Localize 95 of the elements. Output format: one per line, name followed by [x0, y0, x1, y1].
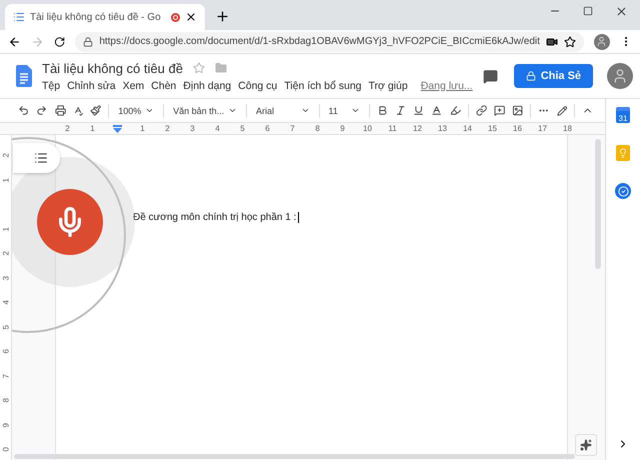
ruler-number: 11	[387, 123, 398, 134]
ruler-number: 2	[0, 152, 11, 160]
ruler-number: 0	[0, 446, 11, 454]
lock-icon	[526, 71, 536, 81]
close-window-icon[interactable]	[615, 4, 628, 18]
ruler-number: 9	[339, 123, 346, 134]
ruler-number: 3	[0, 274, 11, 282]
style-dropdown[interactable]: Văn bản th...	[171, 106, 240, 116]
font-dropdown[interactable]: Arial	[254, 106, 312, 116]
close-tab-icon[interactable]	[185, 11, 197, 23]
new-tab-icon[interactable]	[215, 9, 230, 24]
recording-icon	[171, 12, 180, 22]
highlighter-icon[interactable]	[450, 104, 461, 117]
caret-icon	[300, 106, 310, 115]
redo-icon[interactable]	[36, 104, 48, 117]
zoom-dropdown[interactable]: 100%	[116, 106, 156, 116]
ruler-number: 1	[0, 226, 11, 233]
ruler-number: 6	[0, 348, 11, 356]
lock-icon	[83, 36, 94, 46]
ruler-number: 3	[189, 123, 196, 134]
ruler-number: 8	[0, 397, 11, 404]
ruler-number: 7	[0, 372, 11, 380]
ruler-number: 2	[164, 123, 171, 134]
ruler-number: 2	[0, 250, 11, 258]
caret-icon	[350, 106, 360, 115]
underline-icon[interactable]	[413, 104, 424, 117]
document-page[interactable]: Đề cương môn chính trị học phần 1 :	[55, 135, 568, 460]
reload-icon[interactable]	[54, 36, 66, 48]
ruler-number: 2	[64, 123, 71, 134]
ruler-number: 6	[264, 123, 271, 134]
ruler-number: 18	[562, 123, 573, 134]
maximize-icon[interactable]	[583, 6, 593, 16]
calendar-icon[interactable]: 31	[616, 107, 630, 123]
ruler-number: 9	[0, 422, 11, 430]
menu-item[interactable]: Định dạng	[183, 80, 232, 92]
profile-avatar[interactable]	[594, 34, 610, 50]
caret-icon	[145, 106, 154, 115]
document-title[interactable]: Tài liệu không có tiêu đề	[42, 60, 183, 76]
ruler-number: 1	[0, 176, 11, 184]
ruler-number: 4	[0, 299, 11, 306]
tab-title: Tài liệu không có tiêu đề - Go	[30, 12, 162, 22]
comment-icon[interactable]	[482, 68, 498, 84]
ruler-number: 4	[214, 123, 221, 134]
star-icon[interactable]	[192, 62, 205, 74]
ruler-number: 13	[437, 123, 448, 134]
ruler-number: 5	[239, 123, 246, 134]
bold-icon[interactable]	[376, 104, 388, 117]
profile-avatar[interactable]	[607, 63, 634, 89]
scrollbar[interactable]	[14, 454, 575, 459]
share-button[interactable]: Chia Sẻ	[514, 64, 594, 88]
ruler-number: 8	[314, 123, 321, 134]
font-size-dropdown[interactable]: 11	[326, 106, 362, 116]
ruler-number: 17	[537, 123, 548, 134]
ruler-number: 10	[362, 123, 373, 134]
undo-icon[interactable]	[18, 104, 30, 117]
menu-item[interactable]: Trợ giúp	[368, 80, 408, 92]
ruler-number: 5	[0, 324, 11, 331]
outline-button[interactable]	[13, 143, 60, 173]
ruler-number: 1	[89, 123, 96, 134]
ruler-number: 14	[462, 123, 473, 134]
explore-button[interactable]	[575, 434, 597, 456]
ruler-number: 12	[412, 123, 423, 134]
menu-item[interactable]: Tiện ích bổ sung	[284, 80, 362, 92]
caret-icon	[228, 106, 238, 115]
ruler-number: 7	[289, 123, 296, 134]
indent-marker-icon[interactable]	[113, 124, 122, 132]
back-icon[interactable]	[8, 34, 22, 48]
menu-item[interactable]: Xem	[122, 80, 144, 92]
spellcheck-icon[interactable]	[72, 104, 84, 116]
text-color-icon[interactable]	[431, 104, 443, 117]
paint-format-icon[interactable]	[90, 104, 102, 117]
address-field[interactable]: https://docs.google.com/document/d/1-sRxbdag1OBAV6wMGYj3_hVFO2PCiE_BICcmiE6kAJw/edit	[75, 32, 584, 52]
tasks-icon[interactable]	[615, 183, 631, 199]
ruler-number: 16	[512, 123, 523, 134]
document-text: Đề cương môn chính trị học phần 1 :	[133, 212, 300, 223]
pencil-icon[interactable]	[556, 104, 567, 116]
list-icon	[34, 151, 48, 165]
camera-icon[interactable]	[546, 36, 558, 48]
print-icon[interactable]	[54, 104, 66, 117]
menu-item[interactable]: Chỉnh sửa	[67, 80, 116, 92]
docs-logo-icon	[16, 65, 32, 87]
ruler-number: 1	[139, 123, 146, 134]
star-icon[interactable]	[564, 36, 576, 48]
link-icon[interactable]	[476, 104, 487, 117]
sparkle-icon	[580, 439, 592, 451]
ruler-number: 15	[487, 123, 498, 134]
add-comment-icon[interactable]	[494, 104, 506, 117]
menu-item[interactable]: Công cụ	[238, 80, 278, 92]
menu-item[interactable]: Chèn	[151, 80, 176, 92]
scrollbar[interactable]	[595, 139, 601, 269]
browser-tab[interactable]: Tài liệu không có tiêu đề - Go	[5, 4, 205, 30]
menu-item[interactable]: Tệp	[42, 80, 60, 92]
image-icon[interactable]	[512, 104, 524, 117]
italic-icon[interactable]	[394, 104, 406, 117]
save-status[interactable]: Đang lưu...	[420, 80, 473, 92]
